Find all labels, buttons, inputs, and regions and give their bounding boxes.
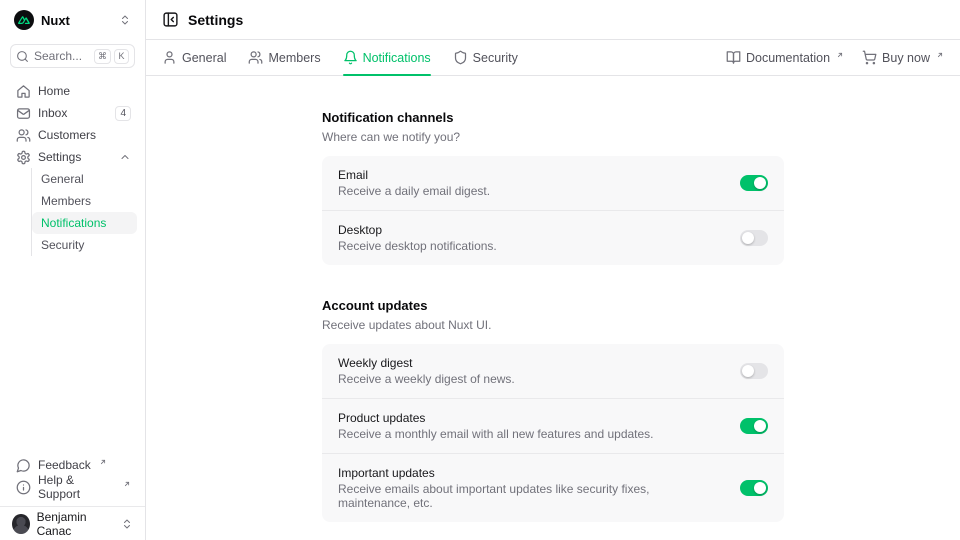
section-title: Account updates xyxy=(322,298,784,313)
setting-row-desktop: Desktop Receive desktop notifications. xyxy=(322,210,784,265)
inbox-badge: 4 xyxy=(115,106,131,121)
sidebar: Nuxt Search... ⌘ K Home Inbox 4 Customer… xyxy=(0,0,146,540)
sidebar-footer: Feedback Help & Support xyxy=(0,454,145,502)
sidebar-item-settings-notifications[interactable]: Notifications xyxy=(32,212,137,234)
documentation-link[interactable]: Documentation xyxy=(726,50,844,65)
chevron-up-icon xyxy=(119,151,131,163)
settings-card: Weekly digest Receive a weekly digest of… xyxy=(322,344,784,522)
weekly-digest-toggle[interactable] xyxy=(740,363,768,379)
settings-sub-list: General Members Notifications Security xyxy=(31,168,137,256)
home-icon xyxy=(16,84,31,99)
page-title: Settings xyxy=(188,12,243,28)
setting-row-email: Email Receive a daily email digest. xyxy=(322,156,784,210)
external-link-icon xyxy=(836,51,844,59)
sidebar-item-settings-security[interactable]: Security xyxy=(32,234,137,256)
external-link-icon xyxy=(123,480,131,488)
external-link-icon xyxy=(99,458,107,466)
tab-notifications[interactable]: Notifications xyxy=(343,40,431,75)
setting-row-weekly-digest: Weekly digest Receive a weekly digest of… xyxy=(322,344,784,398)
important-updates-toggle[interactable] xyxy=(740,480,768,496)
shopping-cart-icon xyxy=(862,50,877,65)
search-input[interactable]: Search... ⌘ K xyxy=(10,44,135,68)
section-account-updates: Account updates Receive updates about Nu… xyxy=(322,298,784,522)
product-updates-toggle[interactable] xyxy=(740,418,768,434)
section-description: Where can we notify you? xyxy=(322,130,784,144)
workspace-name: Nuxt xyxy=(41,13,70,28)
sidebar-item-help-support[interactable]: Help & Support xyxy=(10,476,137,498)
setting-row-product-updates: Product updates Receive a monthly email … xyxy=(322,398,784,453)
shield-icon xyxy=(453,50,468,65)
gear-icon xyxy=(16,150,31,165)
user-menu[interactable]: Benjamin Canac xyxy=(0,506,145,540)
main-panel: Settings General Members Notifications S… xyxy=(146,0,960,540)
section-notification-channels: Notification channels Where can we notif… xyxy=(322,110,784,265)
sidebar-item-inbox[interactable]: Inbox 4 xyxy=(10,102,137,124)
inbox-icon xyxy=(16,106,31,121)
setting-row-important-updates: Important updates Receive emails about i… xyxy=(322,453,784,522)
section-title: Notification channels xyxy=(322,110,784,125)
sidebar-item-customers[interactable]: Customers xyxy=(10,124,137,146)
search-icon xyxy=(16,50,29,63)
user-name: Benjamin Canac xyxy=(37,510,114,538)
sidebar-nav: Home Inbox 4 Customers Settings General … xyxy=(0,78,145,454)
email-toggle[interactable] xyxy=(740,175,768,191)
external-link-icon xyxy=(936,51,944,59)
chevrons-up-down-icon xyxy=(121,518,133,530)
workspace-switcher[interactable]: Nuxt xyxy=(0,0,145,40)
sidebar-item-home[interactable]: Home xyxy=(10,80,137,102)
sidebar-item-settings[interactable]: Settings xyxy=(10,146,137,168)
book-open-icon xyxy=(726,50,741,65)
tab-security[interactable]: Security xyxy=(453,40,518,75)
tab-general[interactable]: General xyxy=(162,40,226,75)
sidebar-item-settings-members[interactable]: Members xyxy=(32,190,137,212)
search-shortcut: ⌘ K xyxy=(94,49,129,64)
user-icon xyxy=(162,50,177,65)
settings-content: Notification channels Where can we notif… xyxy=(146,76,960,540)
desktop-toggle[interactable] xyxy=(740,230,768,246)
tab-members[interactable]: Members xyxy=(248,40,320,75)
page-header: Settings xyxy=(146,0,960,40)
search-placeholder: Search... xyxy=(34,49,82,63)
info-circle-icon xyxy=(16,480,31,495)
settings-card: Email Receive a daily email digest. Desk… xyxy=(322,156,784,265)
buy-now-link[interactable]: Buy now xyxy=(862,50,944,65)
sidebar-item-settings-general[interactable]: General xyxy=(32,168,137,190)
users-icon xyxy=(16,128,31,143)
section-description: Receive updates about Nuxt UI. xyxy=(322,318,784,332)
nuxt-logo-icon xyxy=(14,10,34,30)
tabbar-actions: Documentation Buy now xyxy=(726,40,944,75)
collapse-sidebar-icon[interactable] xyxy=(162,11,179,28)
users-icon xyxy=(248,50,263,65)
avatar xyxy=(12,514,30,534)
kbd-cmd: ⌘ xyxy=(94,49,111,64)
message-bubble-icon xyxy=(16,458,31,473)
tab-bar: General Members Notifications Security D… xyxy=(146,40,960,76)
bell-icon xyxy=(343,50,358,65)
kbd-k: K xyxy=(114,49,129,64)
chevrons-up-down-icon xyxy=(119,14,131,26)
